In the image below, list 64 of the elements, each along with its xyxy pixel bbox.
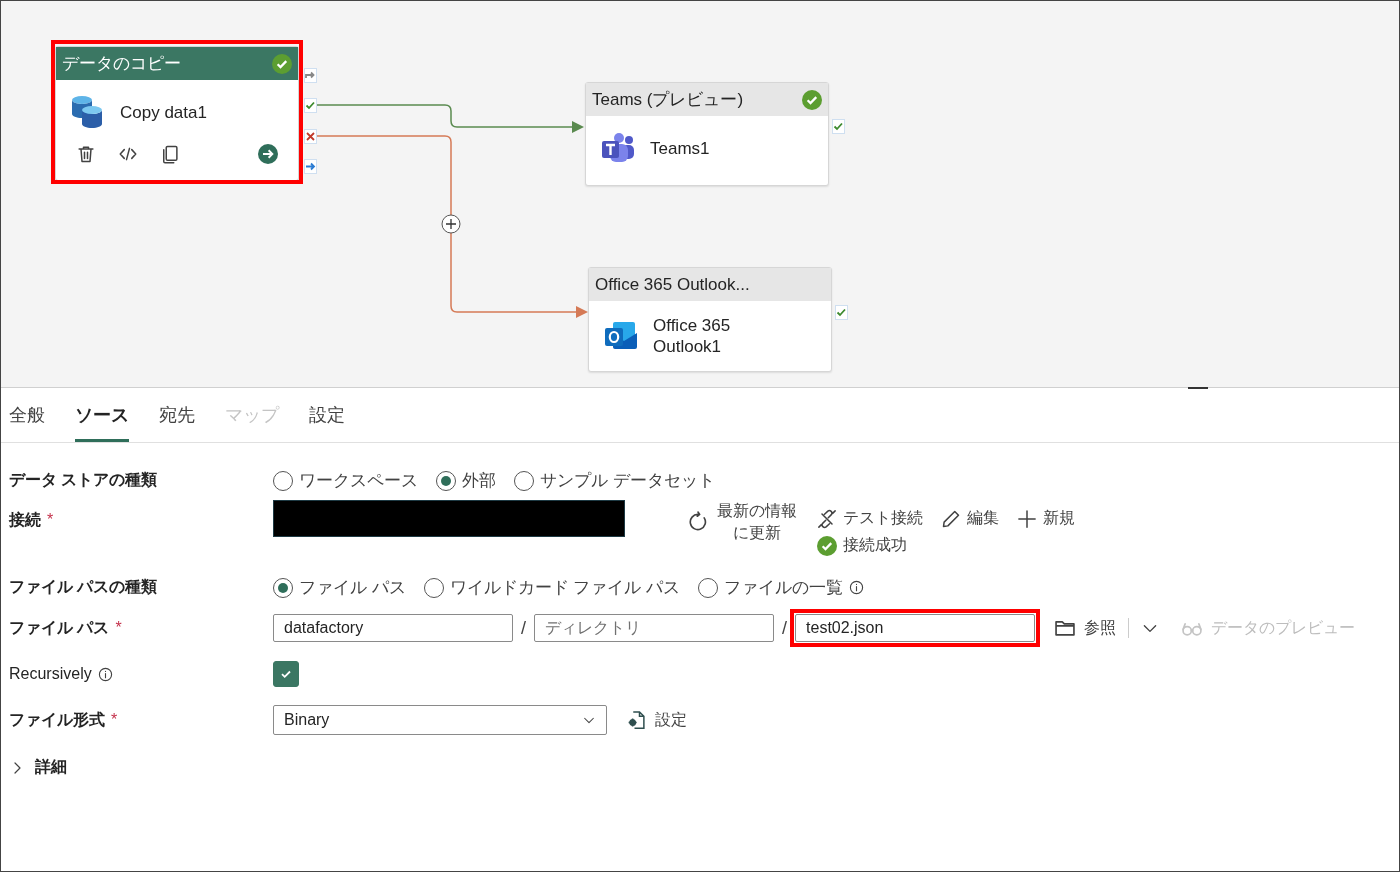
test-connection-button[interactable]: テスト接続 xyxy=(817,508,923,529)
field-label: 接続 xyxy=(9,511,41,528)
path-separator: / xyxy=(521,617,526,639)
copy-icon xyxy=(160,144,180,164)
file-format-dropdown[interactable]: Binary xyxy=(273,705,607,735)
input-field[interactable]: ディレクトリ xyxy=(534,614,774,642)
path-separator: / xyxy=(782,617,788,639)
new-button[interactable]: 新規 xyxy=(1017,508,1075,529)
plus-icon xyxy=(1017,508,1037,529)
field-label: Recursively xyxy=(9,665,92,683)
field-label: ファイル形式 xyxy=(9,710,105,728)
completion-port[interactable] xyxy=(304,159,317,174)
radio-option[interactable]: サンプル データセット xyxy=(514,469,715,492)
required-mark: * xyxy=(115,618,122,636)
tab[interactable]: 全般 xyxy=(9,402,45,442)
advanced-toggle[interactable]: 詳細 xyxy=(9,757,67,778)
activity-card[interactable]: データのコピー Copy data1 xyxy=(55,46,299,181)
resize-handle[interactable] xyxy=(1188,387,1208,389)
trash-icon xyxy=(76,144,96,164)
pencil-icon xyxy=(941,508,961,529)
skip-port[interactable] xyxy=(304,68,317,83)
activity-name: Office 365 Outlook1 xyxy=(653,315,732,357)
activity-title: データのコピー xyxy=(62,53,181,75)
field-label: ファイル パスの種類 xyxy=(9,578,158,595)
activity-name: Teams1 xyxy=(650,137,711,159)
input-field[interactable]: test02.json xyxy=(795,614,1036,642)
success-port[interactable] xyxy=(304,98,317,113)
check-circle-icon xyxy=(817,535,837,556)
field-label: ファイル パス xyxy=(9,618,110,636)
required-mark: * xyxy=(111,710,118,728)
edit-button[interactable]: 編集 xyxy=(941,508,999,529)
tab[interactable]: 宛先 xyxy=(159,402,195,442)
radio-option[interactable]: ワイルドカード ファイル パス xyxy=(423,576,681,599)
activity-name: Copy data1 xyxy=(120,101,208,123)
refresh-icon xyxy=(687,511,709,533)
failure-port[interactable] xyxy=(304,129,317,144)
radio-option[interactable]: ファイル パス xyxy=(273,576,406,599)
input-field[interactable]: datafactory xyxy=(273,614,513,642)
field-label: データ ストアの種類 xyxy=(9,471,158,488)
check-circle-icon xyxy=(802,89,822,110)
settings-icon xyxy=(627,710,647,730)
check-circle-icon xyxy=(272,53,292,74)
tab[interactable]: 設定 xyxy=(309,402,345,442)
checkbox[interactable] xyxy=(273,661,299,687)
required-mark: * xyxy=(47,511,54,528)
radio-option[interactable]: ファイルの一覧 xyxy=(698,576,865,599)
format-settings-button[interactable]: 設定 xyxy=(627,709,687,731)
activity-card[interactable]: Teams (プレビュー) Teams1 xyxy=(585,82,829,186)
radio-option[interactable]: ワークスペース xyxy=(273,469,418,492)
radio-option[interactable]: 外部 xyxy=(436,469,496,492)
success-port[interactable] xyxy=(835,305,848,320)
info-icon xyxy=(97,666,113,682)
success-port[interactable] xyxy=(832,119,845,134)
info-icon xyxy=(849,580,865,595)
activity-title: Office 365 Outlook... xyxy=(595,274,750,295)
plug-icon xyxy=(817,508,837,529)
arrow-circle-icon[interactable] xyxy=(258,144,278,164)
add-icon[interactable] xyxy=(441,214,461,234)
activity-title: Teams (プレビュー) xyxy=(592,89,744,111)
refresh-button[interactable]: 最新の情報に更新 xyxy=(717,500,797,544)
browse-button[interactable]: 参照 xyxy=(1054,617,1117,639)
connection-status: 接続成功 xyxy=(843,535,907,555)
activity-card[interactable]: Office 365 Outlook... Office 365 Outlook1 xyxy=(588,267,832,372)
tab[interactable]: ソース xyxy=(75,402,129,442)
